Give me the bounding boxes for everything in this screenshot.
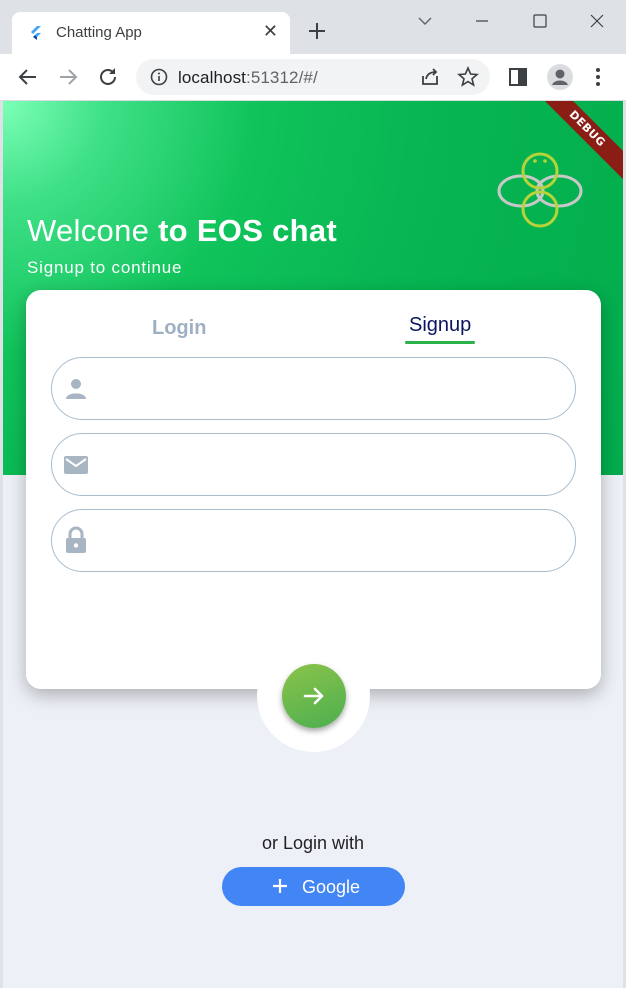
- welcome-heading: Welcone to EOS chat: [27, 213, 337, 249]
- google-login-button[interactable]: Google: [222, 867, 405, 906]
- address-bar[interactable]: localhost:51312/#/: [136, 59, 490, 95]
- welcome-heading-light: Welcone: [27, 213, 159, 248]
- signup-subtitle: Signup to continue: [27, 258, 183, 277]
- password-input[interactable]: [104, 522, 554, 560]
- welcome-heading-bold: to EOS chat: [158, 213, 338, 248]
- close-window-icon[interactable]: [585, 10, 609, 32]
- plus-icon: [273, 879, 287, 893]
- browser-tab-strip: Chatting App ✕: [0, 0, 626, 54]
- auth-card: Login Signup: [26, 290, 601, 689]
- email-input[interactable]: [104, 446, 554, 484]
- lock-icon: [66, 526, 86, 553]
- submit-button[interactable]: [282, 664, 346, 728]
- browser-tab[interactable]: Chatting App ✕: [12, 12, 290, 54]
- forward-arrow-icon[interactable]: [56, 65, 80, 89]
- username-field[interactable]: [51, 357, 576, 420]
- username-input[interactable]: [104, 370, 554, 408]
- browser-toolbar: localhost:51312/#/: [0, 54, 626, 100]
- share-icon[interactable]: [418, 65, 442, 89]
- profile-avatar-icon[interactable]: [546, 63, 574, 91]
- person-icon: [66, 379, 86, 399]
- password-field[interactable]: [51, 509, 576, 572]
- flutter-favicon-icon: [31, 26, 41, 40]
- arrow-right-icon: [303, 687, 324, 705]
- maximize-icon[interactable]: [528, 10, 552, 32]
- app-viewport: DEBUG Welcone to EOS chat Signup to cont…: [3, 101, 623, 988]
- minimize-icon[interactable]: [470, 10, 494, 32]
- email-field[interactable]: [51, 433, 576, 496]
- address-path: :51312/#/: [246, 68, 318, 87]
- new-tab-icon[interactable]: [306, 20, 328, 42]
- bookmark-star-icon[interactable]: [456, 65, 480, 89]
- site-info-icon[interactable]: [150, 68, 168, 86]
- chat-logo-icon: [497, 152, 583, 228]
- browser-menu-icon[interactable]: [586, 65, 610, 89]
- active-tab-indicator: [405, 341, 475, 344]
- address-text[interactable]: localhost:51312/#/: [178, 68, 318, 88]
- side-panel-icon[interactable]: [506, 65, 530, 89]
- or-login-with-text: or Login with: [261, 833, 365, 853]
- back-arrow-icon[interactable]: [16, 65, 40, 89]
- address-host: localhost: [178, 68, 246, 87]
- tab-title: Chatting App: [56, 24, 142, 41]
- google-login-label: Google: [302, 877, 361, 897]
- tab-signup[interactable]: Signup: [409, 314, 471, 337]
- tab-close-icon[interactable]: ✕: [263, 21, 278, 41]
- tab-login[interactable]: Login: [152, 317, 206, 340]
- reload-icon[interactable]: [96, 65, 120, 89]
- tab-search-chevron-icon[interactable]: [413, 10, 437, 32]
- mail-icon: [64, 456, 88, 474]
